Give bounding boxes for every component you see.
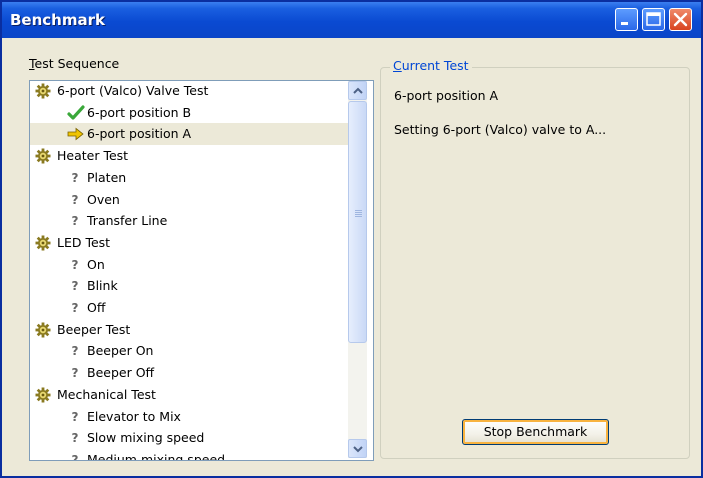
tree-test-item[interactable]: 6-port position A (30, 123, 348, 146)
checkmark-icon (67, 105, 85, 121)
title-bar[interactable]: Benchmark (2, 2, 701, 38)
chevron-down-icon (353, 446, 363, 453)
tree-test-item[interactable]: ? Elevator to Mix (30, 406, 348, 428)
question-icon: ? (71, 170, 79, 185)
tree-item-label: Oven (87, 191, 120, 207)
gear-icon (35, 83, 51, 99)
gear-icon (35, 387, 51, 403)
tree-test-item[interactable]: ? On (30, 254, 348, 276)
tree-item-label: Blink (87, 278, 118, 294)
gear-icon (35, 235, 51, 251)
tree-test-item[interactable]: ? Beeper Off (30, 362, 348, 384)
tree-test-item[interactable]: ? Slow mixing speed (30, 427, 348, 449)
close-button[interactable] (669, 8, 692, 31)
gear-icon (35, 322, 51, 338)
tree-scrollbar[interactable] (348, 81, 367, 458)
tree-test-item[interactable]: ? Medium mixing speed (30, 449, 348, 461)
tree-item-label: Mechanical Test (57, 386, 156, 402)
tree-group-item[interactable]: Mechanical Test (30, 384, 348, 406)
maximize-icon (646, 12, 661, 26)
arrow-right-icon (67, 126, 84, 142)
tree-test-item[interactable]: ? Beeper On (30, 340, 348, 362)
window-bottom-frame (2, 464, 701, 476)
question-icon: ? (71, 344, 79, 359)
question-icon: ? (71, 279, 79, 294)
tree-item-label: Beeper Off (87, 365, 155, 381)
tree-item-label: On (87, 256, 105, 272)
scroll-down-button[interactable] (348, 439, 367, 458)
tree-item-label: LED Test (57, 234, 111, 250)
current-test-name: 6-port position A (394, 88, 499, 103)
question-icon: ? (71, 452, 79, 461)
close-icon (673, 12, 688, 27)
question-icon: ? (71, 192, 79, 207)
tree-group-item[interactable]: Beeper Test (30, 319, 348, 341)
question-icon: ? (71, 366, 79, 381)
stop-benchmark-label: Stop Benchmark (483, 424, 588, 439)
tree-group-item[interactable]: 6-port (Valco) Valve Test (30, 81, 348, 102)
tree-item-label: Medium mixing speed (87, 451, 226, 461)
tree-item-label: 6-port position B (87, 104, 192, 120)
current-test-caption: Current Test (390, 58, 472, 73)
tree-item-label: Beeper Test (57, 321, 131, 337)
tree-item-label: Slow mixing speed (87, 430, 205, 446)
scroll-thumb[interactable] (348, 101, 367, 343)
stop-benchmark-button[interactable]: Stop Benchmark (462, 419, 609, 445)
minimize-button[interactable] (615, 8, 638, 31)
question-icon: ? (71, 301, 79, 315)
scroll-up-button[interactable] (348, 81, 367, 100)
tree-item-label: Heater Test (57, 148, 129, 164)
question-icon: ? (71, 409, 79, 424)
question-icon: ? (71, 214, 79, 229)
tree-test-item[interactable]: ? Oven (30, 189, 348, 211)
tree-item-label: 6-port (Valco) Valve Test (57, 83, 209, 98)
tree-item-label: Platen (87, 169, 127, 185)
test-sequence-label: Test Sequence (29, 56, 120, 71)
tree-group-item[interactable]: Heater Test (30, 145, 348, 167)
tree-item-label: Elevator to Mix (87, 408, 181, 424)
benchmark-window: Benchmark Test Sequence 6-port (Valco) V… (0, 0, 703, 478)
gear-icon (35, 148, 51, 164)
tree-test-item[interactable]: ? Platen (30, 167, 348, 189)
question-icon: ? (71, 431, 79, 446)
tree-item-label: 6-port position A (87, 126, 192, 142)
maximize-button[interactable] (642, 8, 665, 31)
tree-test-item[interactable]: 6-port position B (30, 102, 348, 124)
minimize-icon (621, 22, 628, 25)
tree-item-label: Off (87, 300, 106, 315)
tree-test-item[interactable]: ? Off (30, 297, 348, 319)
tree-test-item[interactable]: ? Blink (30, 275, 348, 297)
window-title: Benchmark (10, 11, 105, 29)
tree-item-label: Transfer Line (87, 213, 168, 229)
chevron-up-icon (353, 87, 363, 94)
tree-item-label: Beeper On (87, 343, 154, 359)
question-icon: ? (71, 257, 79, 272)
current-test-status: Setting 6-port (Valco) valve to A... (394, 122, 607, 137)
tree-test-item[interactable]: ? Transfer Line (30, 210, 348, 232)
tree-group-item[interactable]: LED Test (30, 232, 348, 254)
test-sequence-tree[interactable]: 6-port (Valco) Valve Test 6-port position… (29, 80, 374, 461)
